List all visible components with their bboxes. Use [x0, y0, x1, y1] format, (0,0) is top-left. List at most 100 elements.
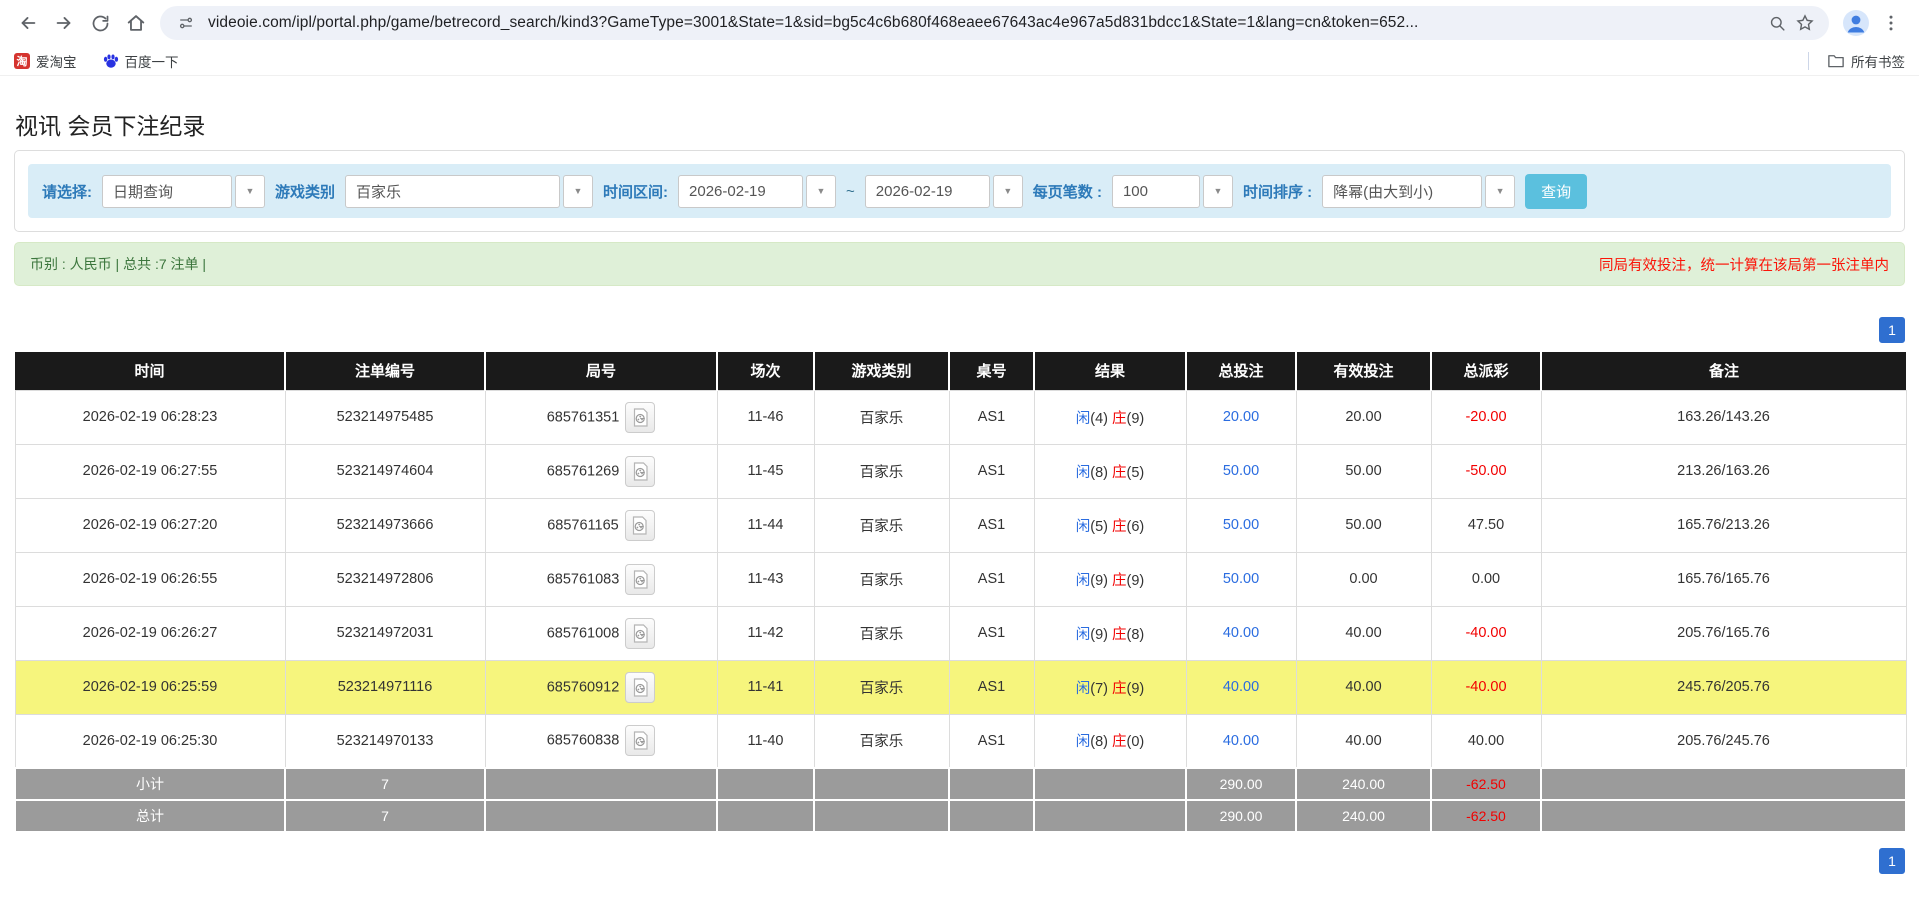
result-cell: 闲(9) 庄(8): [1034, 606, 1186, 660]
chevron-down-icon[interactable]: ▼: [563, 175, 593, 208]
three-dot-menu-icon: [1881, 13, 1901, 33]
column-header: 注单编号: [285, 352, 485, 390]
bookmark-star-icon[interactable]: [1791, 9, 1819, 37]
reload-button[interactable]: [82, 5, 118, 41]
date-to-value[interactable]: 2026-02-19: [865, 175, 990, 208]
table-no-cell: AS1: [949, 660, 1034, 714]
total-bet-link[interactable]: 50.00: [1223, 463, 1259, 479]
pagination-bottom: 1: [14, 848, 1905, 874]
date-from-value[interactable]: 2026-02-19: [678, 175, 803, 208]
chevron-down-icon[interactable]: ▼: [806, 175, 836, 208]
page-1-button[interactable]: 1: [1879, 317, 1905, 343]
total-bet-link[interactable]: 40.00: [1223, 733, 1259, 749]
chevron-down-icon[interactable]: ▼: [235, 175, 265, 208]
game-type-select[interactable]: 百家乐 ▼: [345, 175, 593, 208]
back-button[interactable]: [10, 5, 46, 41]
total-bet-link[interactable]: 20.00: [1223, 409, 1259, 425]
total-bet-cell: 40.00: [1186, 660, 1296, 714]
player-score: (8): [1090, 734, 1112, 750]
page-size-select[interactable]: 100 ▼: [1112, 175, 1233, 208]
summary-cell: [1541, 768, 1906, 800]
all-bookmarks-button[interactable]: 所有书签: [1827, 51, 1905, 71]
note-cell: 213.26/163.26: [1541, 444, 1906, 498]
forward-button[interactable]: [46, 5, 82, 41]
summary-cell: [717, 768, 814, 800]
round-cell: 685761351: [485, 390, 717, 444]
total-bet-cell: 50.00: [1186, 444, 1296, 498]
reload-icon: [90, 13, 111, 34]
player-score: (5): [1090, 519, 1112, 535]
time-cell: 2026-02-19 06:25:59: [15, 660, 285, 714]
back-arrow-icon: [17, 12, 39, 34]
record-row: 2026-02-19 06:27:55523214974604685761269…: [15, 444, 1906, 498]
date-to-input[interactable]: 2026-02-19 ▼: [865, 175, 1023, 208]
total-bet-link[interactable]: 50.00: [1223, 571, 1259, 587]
time-cell: 2026-02-19 06:27:55: [15, 444, 285, 498]
video-replay-button[interactable]: [625, 564, 655, 595]
result-cell: 闲(9) 庄(9): [1034, 552, 1186, 606]
bet-id-cell: 523214975485: [285, 390, 485, 444]
total-bet-link[interactable]: 40.00: [1223, 625, 1259, 641]
video-replay-button[interactable]: [625, 402, 655, 433]
result-cell: 闲(8) 庄(5): [1034, 444, 1186, 498]
time-cell: 2026-02-19 06:27:20: [15, 498, 285, 552]
search-button[interactable]: 查询: [1525, 174, 1587, 209]
address-bar[interactable]: videoie.com/ipl/portal.php/game/betrecor…: [160, 6, 1829, 40]
date-from-input[interactable]: 2026-02-19 ▼: [678, 175, 836, 208]
total-bet-link[interactable]: 40.00: [1223, 679, 1259, 695]
taobao-icon: 淘: [14, 53, 30, 69]
video-replay-button[interactable]: [625, 672, 655, 703]
banker-result: 庄: [1112, 519, 1127, 535]
column-header: 游戏类别: [814, 352, 949, 390]
chevron-down-icon[interactable]: ▼: [1485, 175, 1515, 208]
column-header: 有效投注: [1296, 352, 1431, 390]
video-replay-button[interactable]: [625, 618, 655, 649]
sort-order-select[interactable]: 降幂(由大到小) ▼: [1322, 175, 1515, 208]
time-cell: 2026-02-19 06:28:23: [15, 390, 285, 444]
game-type-cell: 百家乐: [814, 660, 949, 714]
session-cell: 11-40: [717, 714, 814, 768]
browser-menu-button[interactable]: [1873, 5, 1909, 41]
round-id: 685760912: [547, 679, 620, 695]
site-info-icon[interactable]: [172, 9, 200, 37]
total-bet-link[interactable]: 50.00: [1223, 517, 1259, 533]
total-bet-cell: 50.00: [1186, 552, 1296, 606]
home-button[interactable]: [118, 5, 154, 41]
zoom-page-icon[interactable]: [1763, 9, 1791, 37]
chevron-down-icon[interactable]: ▼: [993, 175, 1023, 208]
payout-cell: -20.00: [1431, 390, 1541, 444]
banker-score: (5): [1127, 465, 1145, 481]
total-bet-cell: 20.00: [1186, 390, 1296, 444]
bookmark-label: 百度一下: [125, 51, 179, 71]
table-no-cell: AS1: [949, 390, 1034, 444]
bet-records-table: 时间注单编号局号场次游戏类别桌号结果总投注有效投注总派彩备注 2026-02-1…: [14, 352, 1907, 833]
summary-cell: [949, 768, 1034, 800]
query-type-value[interactable]: 日期查询: [102, 175, 232, 208]
bookmark-taobao[interactable]: 淘 爱淘宝: [14, 51, 77, 71]
banker-score: (8): [1127, 627, 1145, 643]
video-replay-button[interactable]: [625, 456, 655, 487]
filter-panel: 请选择: 日期查询 ▼ 游戏类别 百家乐 ▼ 时间区间: 2026-02-19 …: [14, 150, 1905, 232]
query-type-select[interactable]: 日期查询 ▼: [102, 175, 265, 208]
forward-arrow-icon: [53, 12, 75, 34]
url-text[interactable]: videoie.com/ipl/portal.php/game/betrecor…: [208, 14, 1755, 32]
video-replay-button[interactable]: [625, 510, 655, 541]
note-cell: 205.76/245.76: [1541, 714, 1906, 768]
sort-order-value[interactable]: 降幂(由大到小): [1322, 175, 1482, 208]
page-size-value[interactable]: 100: [1112, 175, 1200, 208]
chevron-down-icon[interactable]: ▼: [1203, 175, 1233, 208]
video-replay-icon: [632, 462, 649, 481]
video-replay-button[interactable]: [625, 725, 655, 756]
bookmark-baidu[interactable]: 百度一下: [103, 51, 179, 71]
column-header: 结果: [1034, 352, 1186, 390]
profile-avatar[interactable]: [1839, 6, 1873, 40]
round-cell: 685761083: [485, 552, 717, 606]
game-type-value[interactable]: 百家乐: [345, 175, 560, 208]
summary-cell: 7: [285, 768, 485, 800]
baidu-paw-icon: [103, 53, 119, 69]
date-range-separator: ~: [846, 183, 855, 200]
player-result: 闲: [1076, 519, 1091, 535]
page-1-button[interactable]: 1: [1879, 848, 1905, 874]
column-header: 场次: [717, 352, 814, 390]
time-cell: 2026-02-19 06:25:30: [15, 714, 285, 768]
